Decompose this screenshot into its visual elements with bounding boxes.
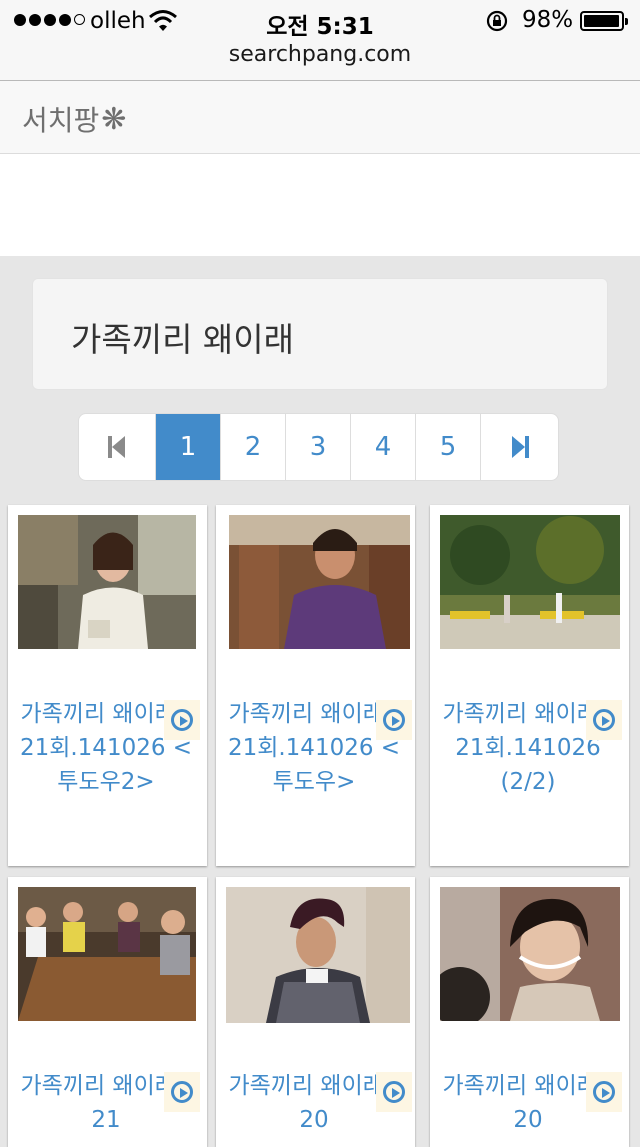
video-thumbnail[interactable]	[18, 515, 196, 649]
video-thumbnail[interactable]	[440, 515, 620, 649]
play-button[interactable]	[164, 1072, 200, 1112]
video-thumbnail[interactable]	[440, 887, 620, 1021]
play-icon	[171, 1081, 193, 1103]
play-icon	[593, 709, 615, 731]
page-3-button[interactable]: 3	[286, 414, 351, 480]
page-title: 가족끼리 왜이래	[71, 320, 295, 359]
video-card[interactable]: 가족끼리 왜이래 - 21회.141026 <투도우2>	[8, 505, 207, 866]
video-thumbnail[interactable]	[226, 515, 410, 649]
video-card[interactable]: 가족끼리 왜이래 - 20	[216, 877, 415, 1147]
play-button[interactable]	[376, 700, 412, 740]
logo-text: 서치팡	[22, 104, 100, 137]
site-header: 서치팡 ❋	[0, 81, 640, 154]
video-card[interactable]: 가족끼리 왜이래 - 20	[430, 877, 629, 1147]
video-thumbnail[interactable]	[226, 887, 410, 1023]
play-icon	[171, 709, 193, 731]
play-icon	[593, 1081, 615, 1103]
play-icon	[383, 1081, 405, 1103]
video-card[interactable]: 가족끼리 왜이래 - 21회.141026 <투도우>	[216, 505, 415, 866]
page-5-button[interactable]: 5	[416, 414, 481, 480]
ad-space	[0, 154, 640, 256]
last-page-button[interactable]	[481, 414, 558, 480]
skip-to-first-icon	[108, 436, 125, 458]
play-button[interactable]	[376, 1072, 412, 1112]
battery-percentage: 98%	[522, 7, 574, 33]
play-button[interactable]	[164, 700, 200, 740]
video-card[interactable]: 가족끼리 왜이래 - 21회.141026 (2/2)	[430, 505, 629, 866]
video-thumbnail[interactable]	[18, 887, 196, 1021]
status-bar: olleh 오전 5:31 98% searchpang.com	[0, 0, 640, 81]
rotation-lock-icon	[486, 10, 508, 32]
asterisk-flower-icon: ❋	[101, 101, 127, 137]
page-4-button[interactable]: 4	[351, 414, 416, 480]
play-button[interactable]	[586, 700, 622, 740]
first-page-button[interactable]	[79, 414, 156, 480]
page-1-button[interactable]: 1	[156, 414, 221, 480]
play-icon	[383, 709, 405, 731]
video-card[interactable]: 가족끼리 왜이래 - 21	[8, 877, 207, 1147]
search-title-panel: 가족끼리 왜이래	[32, 278, 608, 390]
pagination: 1 2 3 4 5	[78, 413, 559, 481]
play-button[interactable]	[586, 1072, 622, 1112]
site-logo[interactable]: 서치팡 ❋	[22, 99, 126, 139]
battery-icon	[580, 11, 628, 31]
skip-to-last-icon	[511, 436, 529, 458]
page-2-button[interactable]: 2	[221, 414, 286, 480]
address-bar-url[interactable]: searchpang.com	[0, 42, 640, 67]
